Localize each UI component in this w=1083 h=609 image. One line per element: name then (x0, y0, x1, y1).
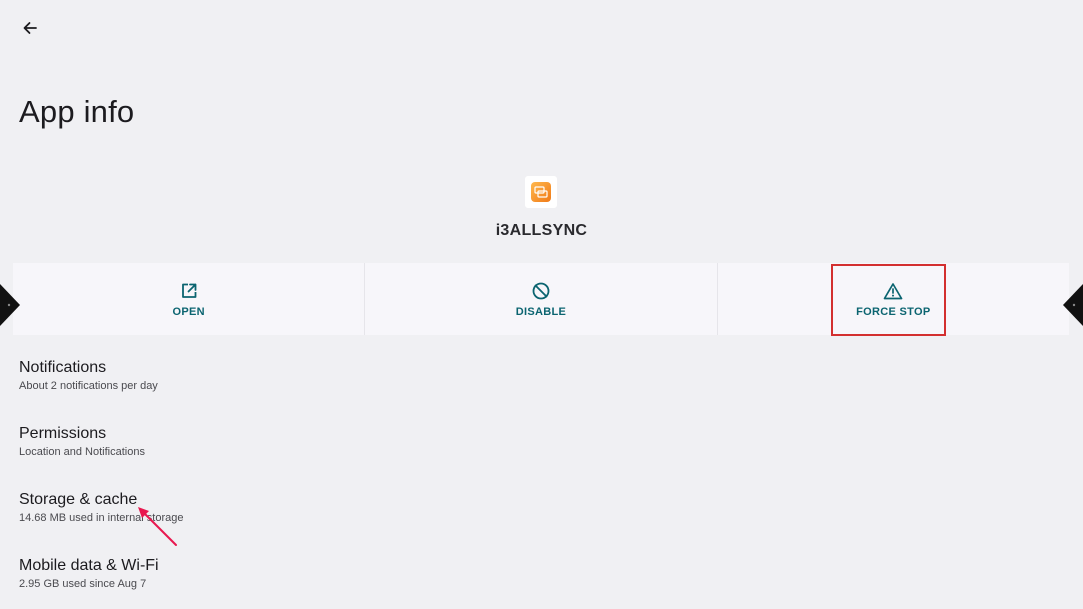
open-button[interactable]: OPEN (13, 263, 366, 335)
force-stop-button-label: FORCE STOP (856, 305, 931, 318)
setting-title: Mobile data & Wi-Fi (19, 557, 159, 574)
setting-mobile-data-wifi[interactable]: Mobile data & Wi-Fi 2.95 GB used since A… (19, 557, 159, 590)
page-title: App info (19, 94, 135, 129)
scroll-right-handle[interactable] (1061, 284, 1083, 326)
warning-icon (883, 281, 903, 301)
disable-button[interactable]: DISABLE (365, 263, 718, 335)
setting-title: Permissions (19, 425, 107, 442)
app-logo-icon (525, 176, 557, 208)
disable-button-label: DISABLE (515, 305, 567, 318)
chevron-right-icon (1063, 284, 1083, 326)
setting-title: Storage & cache (19, 491, 138, 508)
chevron-left-icon (0, 284, 20, 326)
setting-notifications[interactable]: Notifications About 2 notifications per … (19, 359, 158, 392)
disable-icon (531, 281, 551, 301)
setting-storage-cache[interactable]: Storage & cache 14.68 MB used in interna… (19, 491, 184, 524)
force-stop-button[interactable]: FORCE STOP (718, 263, 1069, 335)
open-button-label: OPEN (172, 305, 205, 318)
setting-subtitle: 2.95 GB used since Aug 7 (19, 578, 147, 590)
setting-subtitle: Location and Notifications (19, 446, 145, 458)
setting-title: Notifications (19, 359, 107, 376)
action-bar: OPEN DISABLE FORCE STOP (13, 263, 1069, 335)
arrow-back-icon (23, 22, 37, 34)
setting-subtitle: About 2 notifications per day (19, 380, 158, 392)
app-name: i3ALLSYNC (495, 222, 588, 239)
setting-subtitle: 14.68 MB used in internal storage (19, 512, 184, 524)
scroll-left-handle[interactable] (0, 284, 22, 326)
setting-permissions[interactable]: Permissions Location and Notifications (19, 425, 145, 458)
open-external-icon (179, 281, 199, 301)
back-button[interactable] (16, 14, 44, 42)
